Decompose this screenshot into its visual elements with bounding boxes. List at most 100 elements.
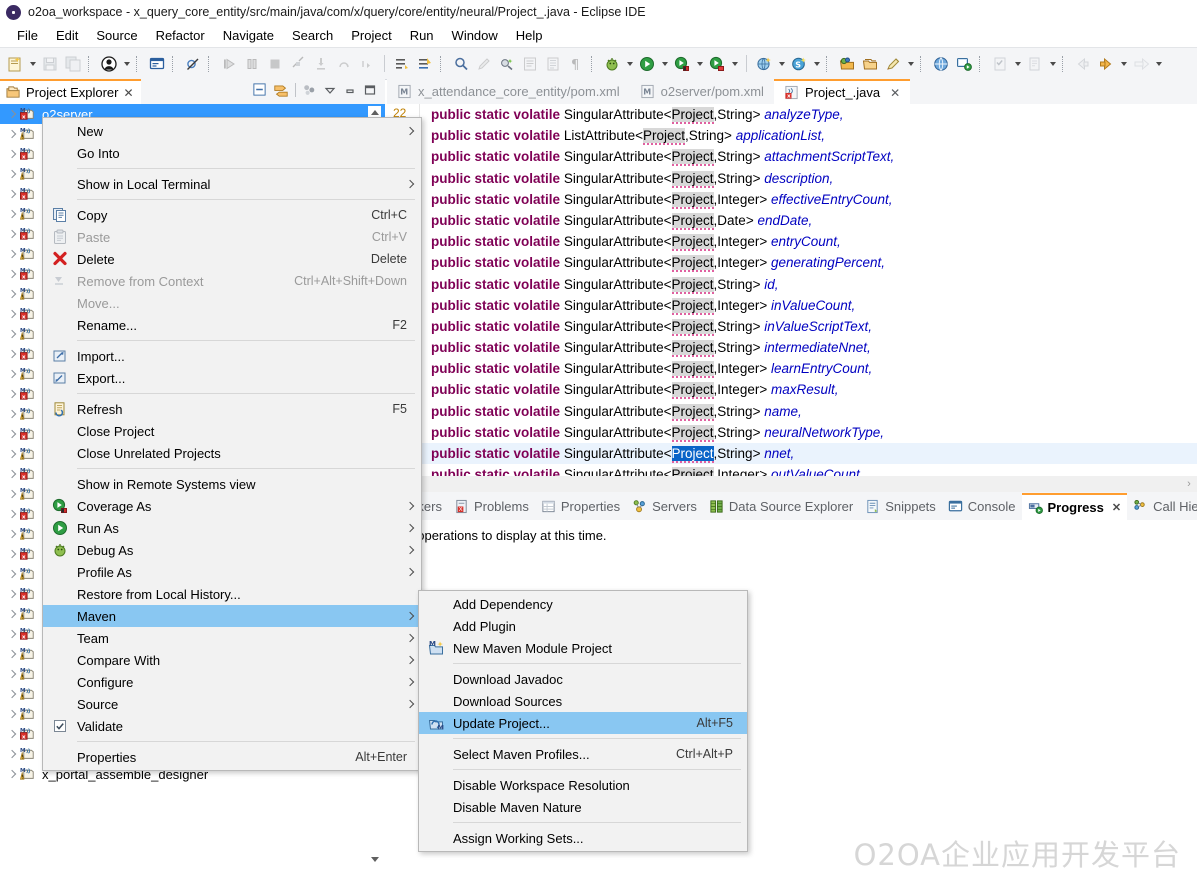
expand-arrow-icon[interactable] — [4, 166, 20, 182]
menu-item-configure[interactable]: Configure — [43, 671, 421, 693]
menu-item-rename[interactable]: Rename...F2 — [43, 314, 421, 336]
bottom-tab-problems[interactable]: XProblems — [448, 493, 535, 520]
menu-edit[interactable]: Edit — [47, 26, 87, 45]
bottom-tab-progress[interactable]: Progress✕ — [1022, 493, 1128, 520]
menu-item-restore-from-local-history[interactable]: Restore from Local History... — [43, 583, 421, 605]
toolbar-debug-button[interactable] — [601, 53, 623, 75]
menu-bar[interactable]: FileEditSourceRefactorNavigateSearchProj… — [0, 24, 1197, 47]
code-line[interactable]: public static volatile SingularAttribute… — [387, 379, 1197, 400]
toolbar-toggle-mark-occurrences-button[interactable] — [496, 53, 518, 75]
toolbar-new-class-button[interactable]: S — [788, 53, 810, 75]
menu-navigate[interactable]: Navigate — [214, 26, 283, 45]
chevron-down-icon[interactable] — [121, 53, 132, 75]
menu-item-compare-with[interactable]: Compare With — [43, 649, 421, 671]
chevron-down-icon[interactable] — [1047, 53, 1058, 75]
expand-arrow-icon[interactable] — [4, 506, 20, 522]
menu-item-select-maven-profiles[interactable]: Select Maven Profiles...Ctrl+Alt+P — [419, 743, 747, 765]
menu-item-add-plugin[interactable]: Add Plugin — [419, 615, 747, 637]
code-line[interactable]: public static volatile SingularAttribute… — [387, 464, 1197, 476]
main-toolbar[interactable]: ¶S — [0, 47, 1197, 80]
code-line[interactable]: public static volatile SingularAttribute… — [387, 252, 1197, 273]
chevron-down-icon[interactable] — [1012, 53, 1023, 75]
code-line[interactable]: public static volatile SingularAttribute… — [387, 358, 1197, 379]
expand-arrow-icon[interactable] — [4, 586, 20, 602]
tab-project-explorer[interactable]: Project Explorer ✕ — [0, 79, 141, 104]
menu-item-new-maven-module-project[interactable]: MNew Maven Module Project — [419, 637, 747, 659]
menu-item-update-project[interactable]: MUpdate Project...Alt+F5 — [419, 712, 747, 734]
chevron-down-icon[interactable] — [1118, 53, 1129, 75]
minimize-icon[interactable] — [343, 83, 357, 97]
toolbar-new-annotation-button[interactable] — [882, 53, 904, 75]
menu-item-show-in-remote-systems-view[interactable]: Show in Remote Systems view — [43, 473, 421, 495]
scroll-down-button[interactable] — [368, 853, 381, 866]
chevron-down-icon[interactable] — [27, 53, 38, 75]
expand-arrow-icon[interactable] — [4, 146, 20, 162]
menu-item-add-dependency[interactable]: Add Dependency — [419, 593, 747, 615]
menu-run[interactable]: Run — [401, 26, 443, 45]
expand-arrow-icon[interactable] — [4, 546, 20, 562]
toolbar-open-package-button[interactable] — [859, 53, 881, 75]
toolbar-next-annotation-button[interactable] — [391, 53, 413, 75]
menu-item-profile-as[interactable]: Profile As — [43, 561, 421, 583]
expand-arrow-icon[interactable] — [4, 366, 20, 382]
bottom-panel-tab-row[interactable]: MarkersXProblemsPropertiesServersData So… — [369, 493, 1197, 520]
editor-tab-o2server-pom-xml[interactable]: Mo2server/pom.xml — [630, 79, 774, 104]
toolbar-web-browser-button[interactable] — [930, 53, 952, 75]
expand-arrow-icon[interactable] — [4, 246, 20, 262]
menu-item-run-as[interactable]: Run As — [43, 517, 421, 539]
editor-tab-x-attendance-core-entity-pom-xml[interactable]: Mx_attendance_core_entity/pom.xml — [387, 79, 630, 104]
toolbar-skip-breakpoints-button[interactable] — [182, 53, 204, 75]
code-line[interactable]: public static volatile SingularAttribute… — [387, 104, 1197, 125]
editor-horizontal-scrollbar[interactable]: ‹ › — [387, 476, 1197, 492]
expand-arrow-icon[interactable] — [4, 626, 20, 642]
expand-arrow-icon[interactable] — [4, 666, 20, 682]
menu-file[interactable]: File — [8, 26, 47, 45]
expand-arrow-icon[interactable] — [4, 286, 20, 302]
menu-item-maven[interactable]: Maven — [43, 605, 421, 627]
bottom-tab-data-source-explorer[interactable]: Data Source Explorer — [703, 493, 859, 520]
menu-item-assign-working-sets[interactable]: Assign Working Sets... — [419, 827, 747, 849]
expand-arrow-icon[interactable] — [4, 726, 20, 742]
menu-item-validate[interactable]: Validate — [43, 715, 421, 737]
menu-item-refresh[interactable]: RefreshF5 — [43, 398, 421, 420]
chevron-down-icon[interactable] — [694, 53, 705, 75]
menu-window[interactable]: Window — [443, 26, 507, 45]
chevron-down-icon[interactable] — [905, 53, 916, 75]
toolbar-forward-button[interactable] — [1095, 53, 1117, 75]
expand-arrow-icon[interactable] — [4, 266, 20, 282]
code-line[interactable]: public static volatile SingularAttribute… — [387, 189, 1197, 210]
code-line[interactable]: public static volatile SingularAttribute… — [387, 146, 1197, 167]
menu-item-download-sources[interactable]: Download Sources — [419, 690, 747, 712]
close-icon[interactable]: ✕ — [123, 86, 133, 100]
code-line[interactable]: public static volatile SingularAttribute… — [387, 422, 1197, 443]
expand-arrow-icon[interactable] — [4, 206, 20, 222]
menu-item-properties[interactable]: PropertiesAlt+Enter — [43, 746, 421, 768]
menu-item-debug-as[interactable]: Debug As — [43, 539, 421, 561]
bottom-tab-call-hierarchy[interactable]: Call Hierarchy — [1127, 493, 1197, 520]
menu-source[interactable]: Source — [87, 26, 146, 45]
close-icon[interactable]: ✕ — [890, 86, 900, 100]
bottom-tab-properties[interactable]: Properties — [535, 493, 626, 520]
expand-arrow-icon[interactable] — [4, 426, 20, 442]
code-line[interactable]: public static volatile SingularAttribute… — [387, 316, 1197, 337]
code-line[interactable]: public static volatile SingularAttribute… — [387, 210, 1197, 231]
code-line[interactable]: public static volatile SingularAttribute… — [387, 401, 1197, 422]
toolbar-open-type-browse-button[interactable] — [836, 53, 858, 75]
menu-item-download-javadoc[interactable]: Download Javadoc — [419, 668, 747, 690]
toolbar-run-lock-button[interactable] — [706, 53, 728, 75]
menu-refactor[interactable]: Refactor — [147, 26, 214, 45]
expand-arrow-icon[interactable] — [4, 106, 20, 122]
menu-item-close-project[interactable]: Close Project — [43, 420, 421, 442]
view-menu-filters-icon[interactable] — [302, 82, 317, 97]
chevron-down-icon[interactable] — [659, 53, 670, 75]
expand-arrow-icon[interactable] — [4, 746, 20, 762]
view-menu-icon[interactable] — [323, 83, 337, 97]
toolbar-remote-systems-button[interactable] — [953, 53, 975, 75]
toolbar-new-wizard-button[interactable] — [4, 53, 26, 75]
menu-item-disable-maven-nature[interactable]: Disable Maven Nature — [419, 796, 747, 818]
bottom-tab-console[interactable]: Console — [942, 493, 1022, 520]
expand-arrow-icon[interactable] — [4, 766, 20, 782]
toolbar-search-button[interactable] — [450, 53, 472, 75]
expand-arrow-icon[interactable] — [4, 706, 20, 722]
code-line[interactable]: public static volatile SingularAttribute… — [387, 231, 1197, 252]
